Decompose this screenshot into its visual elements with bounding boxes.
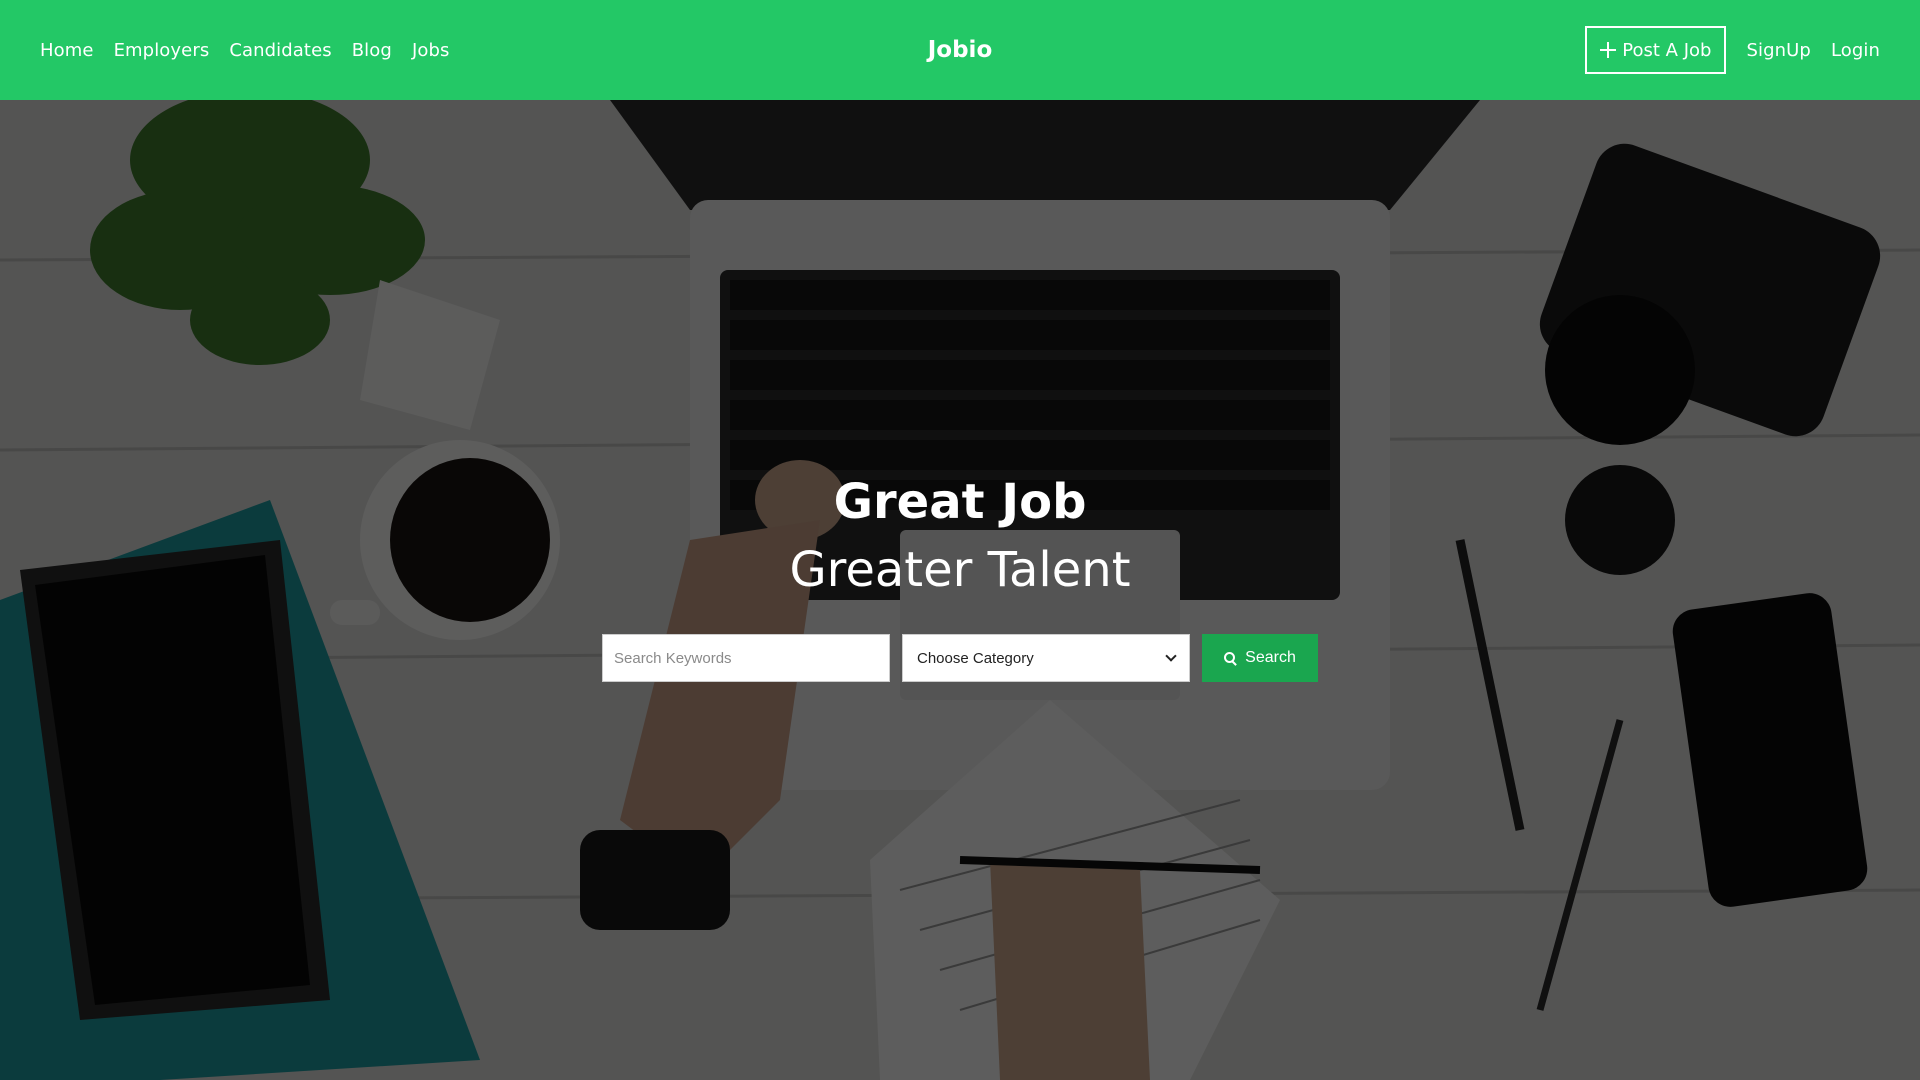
search-icon: [1224, 651, 1237, 665]
search-button-label: Search: [1245, 649, 1296, 666]
navbar: Home Employers Candidates Blog Jobs Jobi…: [0, 0, 1920, 100]
hero-section: Great Job Greater Talent Choose Category…: [0, 100, 1920, 1080]
hero-headline: Great Job Greater Talent: [0, 470, 1920, 602]
chevron-down-icon: [1165, 650, 1177, 662]
login-link[interactable]: Login: [1831, 40, 1880, 61]
plus-icon: [1600, 42, 1617, 58]
post-job-button[interactable]: Post A Job: [1585, 26, 1727, 74]
nav-candidates-link[interactable]: Candidates: [229, 40, 331, 61]
keywords-search-input[interactable]: [602, 634, 890, 682]
nav-employers-link[interactable]: Employers: [114, 40, 210, 61]
brand-logo-text[interactable]: Jobio: [928, 37, 993, 63]
nav-jobs-link[interactable]: Jobs: [412, 40, 450, 61]
category-select[interactable]: Choose Category: [902, 634, 1190, 682]
signup-link[interactable]: SignUp: [1746, 40, 1810, 61]
post-job-label: Post A Job: [1622, 39, 1712, 61]
search-button[interactable]: Search: [1202, 634, 1318, 682]
nav-blog-link[interactable]: Blog: [352, 40, 392, 61]
account-nav: Post A Job SignUp Login: [1585, 0, 1880, 100]
main-nav: Home Employers Candidates Blog Jobs: [40, 0, 449, 100]
category-selected-value: Choose Category: [917, 649, 1034, 667]
job-search-form: Choose Category Search: [602, 634, 1318, 682]
nav-home-link[interactable]: Home: [40, 40, 94, 61]
hero-subtitle: Greater Talent: [789, 542, 1131, 598]
hero-title: Great Job: [833, 474, 1087, 530]
